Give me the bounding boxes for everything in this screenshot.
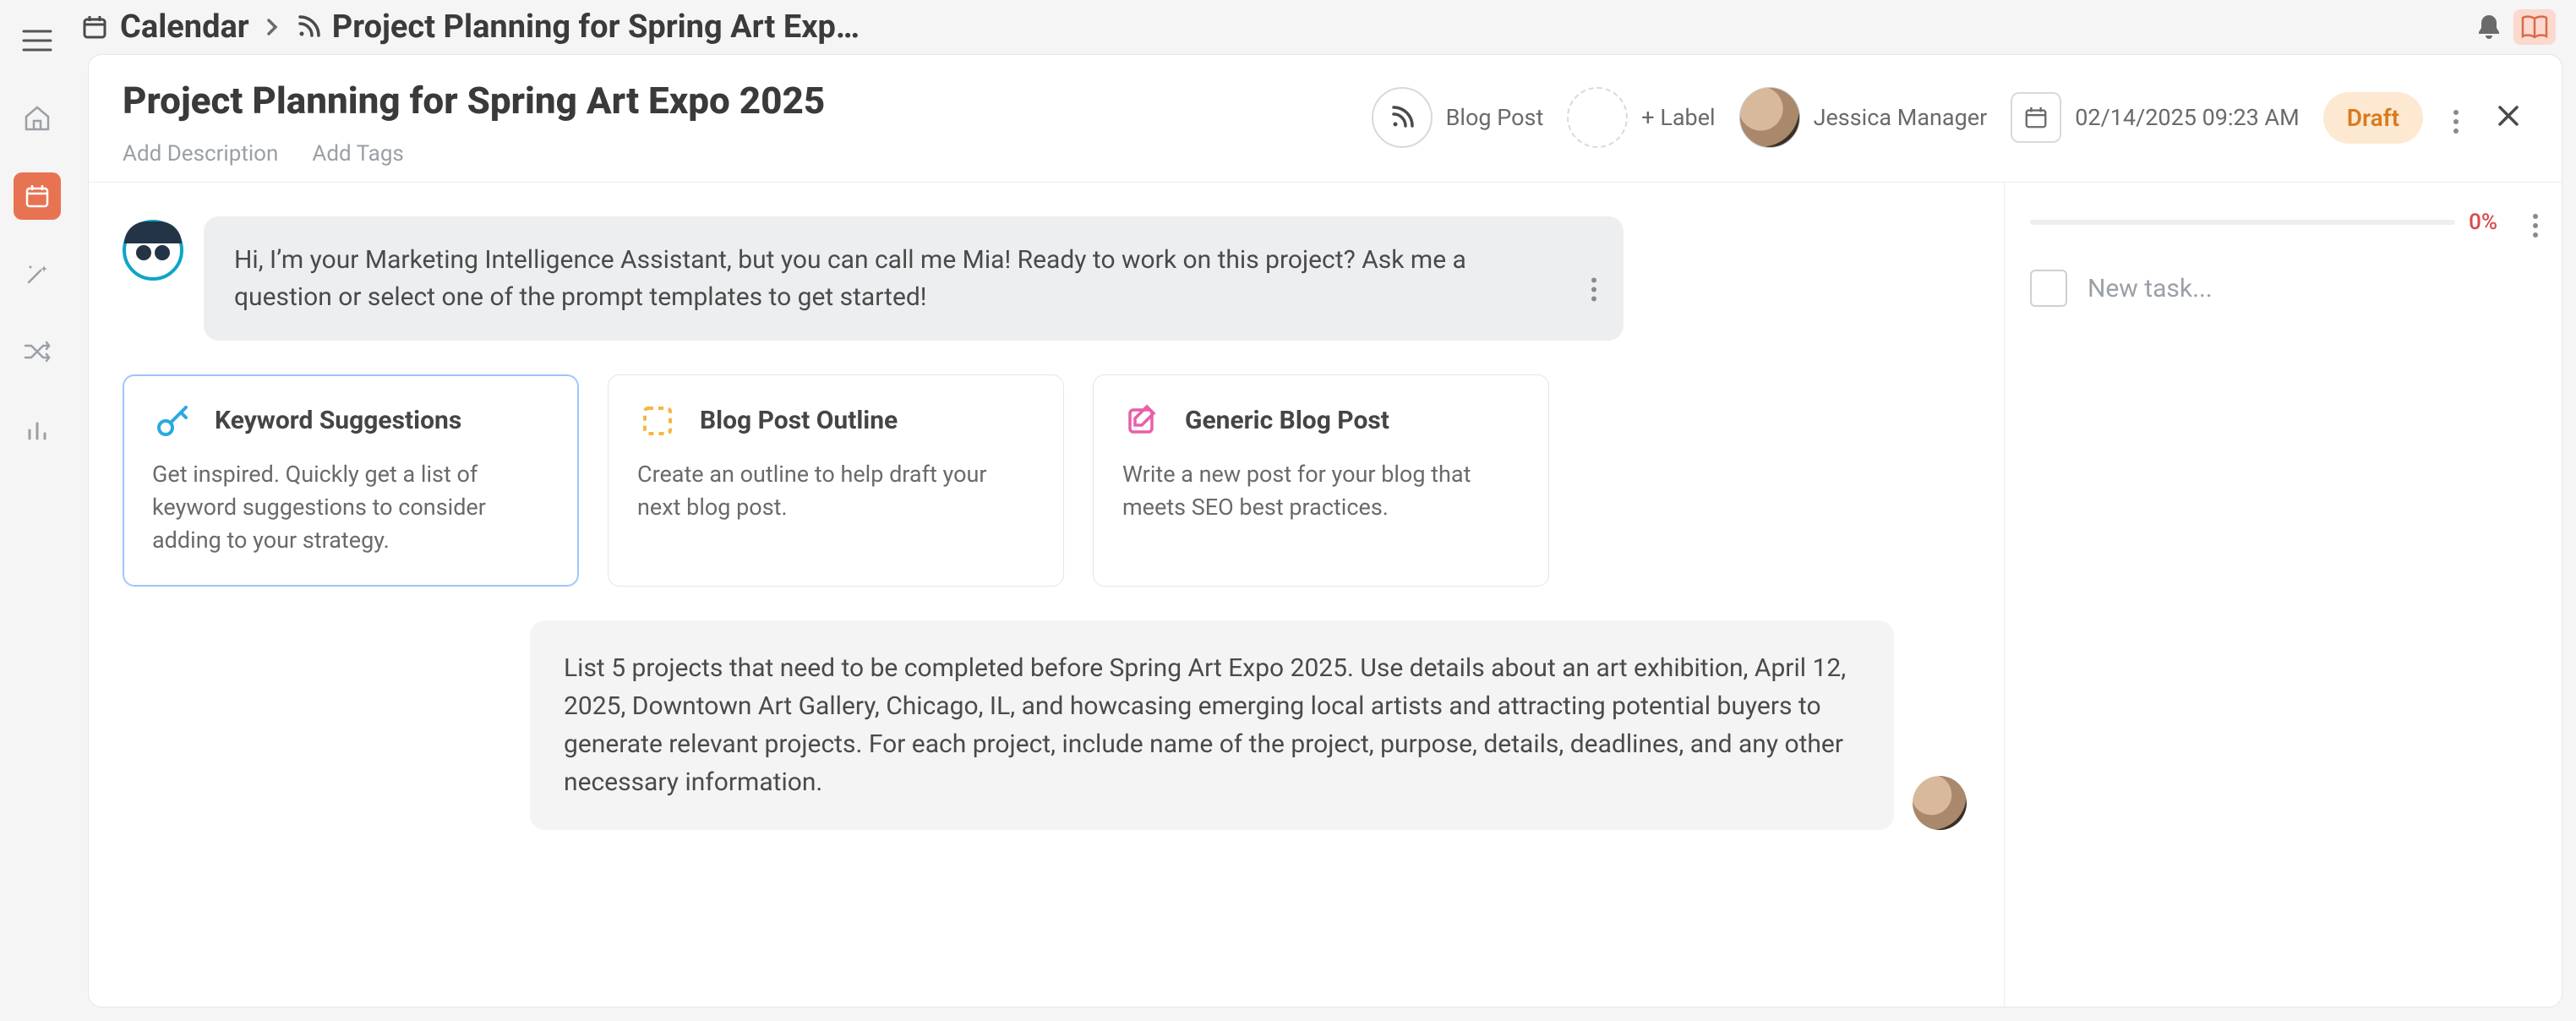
date-label: 02/14/2025 09:23 AM (2075, 104, 2300, 131)
bell-icon[interactable] (2476, 13, 2502, 41)
breadcrumb-bar: Calendar Project Planning for Spring Art… (74, 0, 2576, 54)
prompt-desc: Create an outline to help draft your nex… (637, 458, 1034, 524)
breadcrumb-item[interactable]: Project Planning for Spring Art Exp… (295, 8, 860, 46)
calendar-icon (2011, 92, 2061, 143)
rss-icon (295, 14, 322, 41)
nav-ai-wand[interactable] (14, 250, 61, 298)
nav-home[interactable] (14, 95, 61, 142)
new-task-placeholder: New task... (2088, 274, 2213, 303)
prompt-blog-outline[interactable]: Blog Post Outline Create an outline to h… (608, 374, 1064, 587)
key-icon (152, 401, 193, 441)
content-type-label: Blog Post (1446, 104, 1544, 131)
status-chip[interactable]: Draft (2323, 92, 2423, 144)
prompt-title: Generic Blog Post (1185, 405, 1389, 437)
dashed-square-icon (637, 401, 678, 441)
prompt-template-row: Keyword Suggestions Get inspired. Quickl… (123, 374, 1967, 587)
tasks-panel: 0% New task... (2004, 183, 2562, 1007)
user-bubble: List 5 projects that need to be complete… (530, 620, 1894, 830)
project-header: Project Planning for Spring Art Expo 202… (89, 55, 2562, 183)
avatar (1739, 87, 1800, 148)
checkbox-icon[interactable] (2030, 270, 2067, 307)
owner-pill[interactable]: Jessica Manager (1739, 87, 1988, 148)
content-type-pill[interactable]: Blog Post (1372, 87, 1544, 148)
owner-label: Jessica Manager (1814, 104, 1988, 131)
edit-square-icon (1122, 401, 1163, 441)
hamburger-menu-button[interactable] (14, 17, 61, 64)
prompt-generic-blog[interactable]: Generic Blog Post Write a new post for y… (1093, 374, 1549, 587)
rss-icon (1372, 87, 1433, 148)
breadcrumb-root[interactable]: Calendar (81, 8, 249, 46)
add-description-button[interactable]: Add Description (123, 141, 278, 167)
nav-analytics[interactable] (14, 406, 61, 453)
prompt-desc: Write a new post for your blog that meet… (1122, 458, 1520, 524)
user-text: List 5 projects that need to be complete… (564, 653, 1846, 797)
assistant-message: Hi, I’m your Marketing Intelligence Assi… (123, 216, 1967, 341)
progress-percent: 0% (2469, 210, 2497, 235)
add-tags-button[interactable]: Add Tags (312, 141, 403, 167)
tasks-more-button[interactable] (2526, 199, 2545, 244)
add-label-pill[interactable]: + Label (1567, 87, 1715, 148)
date-pill[interactable]: 02/14/2025 09:23 AM (2011, 92, 2300, 143)
breadcrumb-item-label: Project Planning for Spring Art Exp… (332, 8, 860, 46)
page-title: Project Planning for Spring Art Expo 202… (123, 79, 1355, 123)
project-card: Project Planning for Spring Art Expo 202… (88, 54, 2562, 1007)
avatar (1913, 776, 1967, 830)
breadcrumb-root-label: Calendar (120, 8, 249, 46)
assistant-text: Hi, I’m your Marketing Intelligence Assi… (234, 245, 1466, 312)
nav-calendar[interactable] (14, 172, 61, 220)
guide-button[interactable] (2513, 9, 2556, 45)
message-more-button[interactable] (1585, 249, 1603, 308)
more-menu-button[interactable] (2447, 96, 2465, 140)
nav-shuffle[interactable] (14, 328, 61, 375)
prompt-desc: Get inspired. Quickly get a list of keyw… (152, 458, 549, 557)
chat-column: Hi, I’m your Marketing Intelligence Assi… (89, 183, 2004, 1007)
calendar-icon (81, 14, 108, 41)
prompt-title: Keyword Suggestions (215, 405, 461, 437)
left-nav-rail (0, 0, 74, 1021)
user-message: List 5 projects that need to be complete… (123, 620, 1967, 830)
assistant-bubble: Hi, I’m your Marketing Intelligence Assi… (204, 216, 1624, 341)
prompt-keyword-suggestions[interactable]: Keyword Suggestions Get inspired. Quickl… (123, 374, 579, 587)
new-task-row[interactable]: New task... (2030, 270, 2545, 307)
prompt-title: Blog Post Outline (700, 405, 898, 437)
dashed-circle-icon (1567, 87, 1628, 148)
chevron-right-icon (265, 15, 280, 39)
add-label-text: + Label (1641, 104, 1715, 131)
mia-avatar-icon (123, 220, 183, 281)
progress-bar (2030, 220, 2455, 225)
close-button[interactable] (2489, 96, 2528, 139)
